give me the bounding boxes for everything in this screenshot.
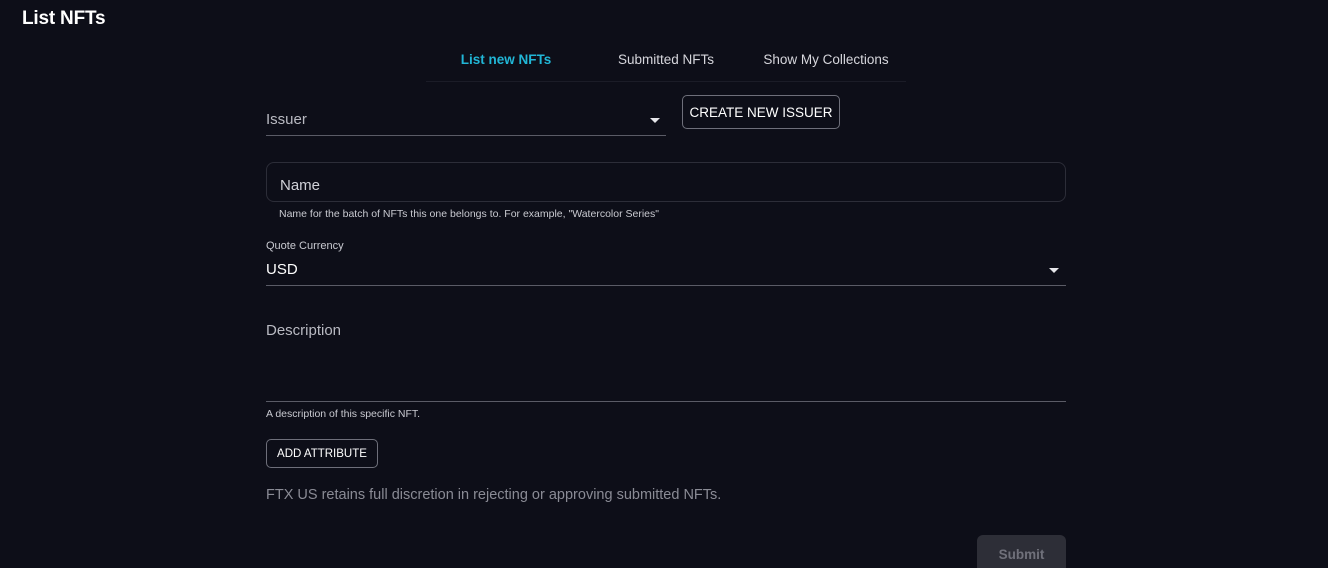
chevron-down-icon — [1049, 268, 1059, 273]
name-input[interactable] — [280, 173, 1040, 197]
name-helper-text: Name for the batch of NFTs this one belo… — [279, 208, 659, 220]
issuer-select[interactable]: Issuer — [266, 105, 666, 136]
description-helper-text: A description of this specific NFT. — [266, 408, 421, 420]
tab-show-my-collections[interactable]: Show My Collections — [746, 44, 906, 81]
submit-button[interactable]: Submit — [977, 535, 1066, 568]
quote-currency-label: Quote Currency — [266, 240, 344, 252]
quote-currency-select[interactable]: USD — [266, 257, 1066, 286]
list-nfts-page: List NFTs List new NFTs Submitted NFTs S… — [0, 0, 1328, 568]
quote-currency-value: USD — [266, 261, 298, 278]
page-title: List NFTs — [22, 8, 106, 29]
description-input[interactable] — [266, 322, 1066, 396]
issuer-select-label: Issuer — [266, 111, 307, 128]
add-attribute-button[interactable]: ADD ATTRIBUTE — [266, 439, 378, 468]
disclaimer-text: FTX US retains full discretion in reject… — [266, 487, 722, 503]
name-field — [266, 162, 1066, 202]
description-field — [266, 318, 1066, 402]
tab-list-new-nfts[interactable]: List new NFTs — [426, 44, 586, 81]
tab-submitted-nfts[interactable]: Submitted NFTs — [586, 44, 746, 81]
tab-bar: List new NFTs Submitted NFTs Show My Col… — [426, 44, 906, 82]
chevron-down-icon — [650, 118, 660, 123]
create-new-issuer-button[interactable]: CREATE NEW ISSUER — [682, 95, 840, 129]
